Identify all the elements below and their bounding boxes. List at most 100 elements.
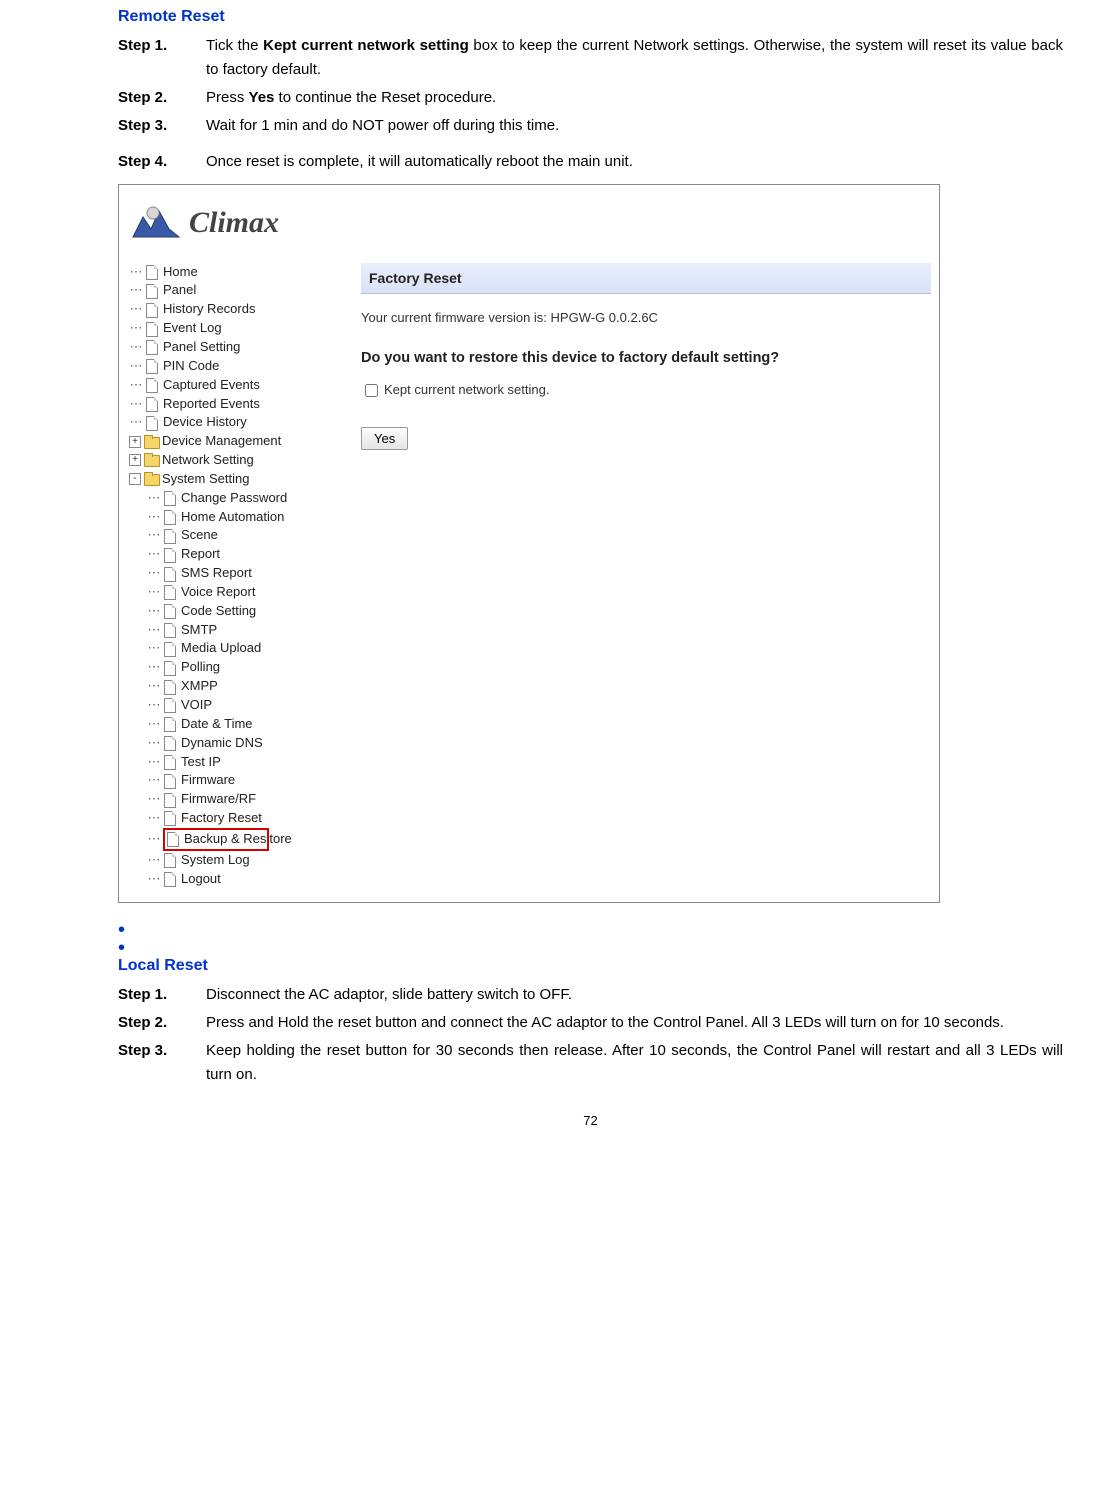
bullet-icon: •• (118, 921, 125, 957)
yes-button[interactable]: Yes (361, 427, 408, 450)
keep-network-checkbox[interactable] (365, 384, 378, 397)
step-label: Step 2. (118, 86, 206, 110)
tree-item-label: Firmware/RF (181, 790, 256, 809)
tree-item[interactable]: ⋯Date & Time (127, 715, 337, 734)
tree-dots-icon: ⋯ (147, 851, 161, 870)
tree-item[interactable]: ⋯Test IP (127, 753, 337, 772)
tree-item[interactable]: ⋯Reported Events (127, 395, 337, 414)
tree-item-label: Code Setting (181, 602, 256, 621)
expander-icon[interactable]: + (129, 454, 141, 466)
tree-dots-icon: ⋯ (147, 677, 161, 696)
tree-item[interactable]: ⋯ Device History (127, 413, 337, 432)
tree-item[interactable]: ⋯ PIN Code (127, 357, 337, 376)
tree-item-label: Home Automation (181, 508, 284, 527)
tree-item-label: Device History (163, 413, 247, 432)
file-icon (145, 322, 160, 336)
tree-dots-icon: ⋯ (147, 734, 161, 753)
step-text: Once reset is complete, it will automati… (206, 150, 1063, 174)
file-icon (163, 510, 178, 524)
file-icon (145, 397, 160, 411)
tree-item[interactable]: ⋯History Records (127, 300, 337, 319)
tree-dots-icon: ⋯ (129, 376, 143, 395)
file-icon (145, 284, 160, 298)
remote-reset-title: Remote Reset (118, 4, 1063, 30)
tree-item[interactable]: ⋯Home Automation (127, 508, 337, 527)
tree-item-label: Event Log (163, 319, 222, 338)
tree-item[interactable]: ⋯Panel (127, 281, 337, 300)
tree-item-label: Voice Report (181, 583, 255, 602)
file-icon (145, 378, 160, 392)
tree-item-label: Panel Setting (163, 338, 240, 357)
local-step-1: Step 1. Disconnect the AC adaptor, slide… (118, 983, 1063, 1007)
tree-dots-icon: ⋯ (147, 621, 161, 640)
tree-item-label: Change Password (181, 489, 287, 508)
checkbox-label: Kept current network setting. (384, 380, 549, 401)
logo-bar: Climax (119, 185, 939, 259)
tree-item[interactable]: ⋯Captured Events (127, 376, 337, 395)
tree-dots-icon: ⋯ (129, 357, 143, 376)
tree-item[interactable]: ⋯Home (127, 263, 337, 282)
tree-item-highlighted[interactable]: ⋯Backup & Restore (127, 828, 337, 851)
local-step-2: Step 2. Press and Hold the reset button … (118, 1011, 1063, 1035)
nav-tree: ⋯Home⋯Panel⋯History Records⋯Event Log⋯Pa… (127, 263, 337, 889)
tree-item-label: Polling (181, 658, 220, 677)
tree-item[interactable]: ⋯ XMPP (127, 677, 337, 696)
tree-item[interactable]: ⋯Dynamic DNS (127, 734, 337, 753)
step-label: Step 3. (118, 1039, 206, 1087)
panel-header: Factory Reset (361, 263, 931, 294)
tree-folder[interactable]: -System Setting (127, 470, 337, 489)
tree-item[interactable]: ⋯SMTP (127, 621, 337, 640)
file-icon (145, 303, 160, 317)
step-text: Tick the Kept current network setting bo… (206, 34, 1063, 82)
step-text: Press and Hold the reset button and conn… (206, 1011, 1063, 1035)
expander-icon[interactable]: - (129, 473, 141, 485)
app-screenshot: Climax ⋯Home⋯Panel⋯History Records⋯Event… (118, 184, 940, 904)
bold-fragment: Kept current network setting (263, 37, 469, 54)
tree-item[interactable]: ⋯Polling (127, 658, 337, 677)
tree-item[interactable]: ⋯Event Log (127, 319, 337, 338)
bold-fragment: Yes (249, 89, 275, 106)
tree-item[interactable]: ⋯ SMS Report (127, 564, 337, 583)
tree-item-label: XMPP (181, 677, 218, 696)
tree-item[interactable]: ⋯ System Log (127, 851, 337, 870)
tree-item-label: SMS Report (181, 564, 252, 583)
file-icon (163, 585, 178, 599)
tree-item[interactable]: ⋯Panel Setting (127, 338, 337, 357)
text-fragment: Your current firmware version is: (361, 310, 551, 325)
step-label: Step 1. (118, 983, 206, 1007)
tree-item[interactable]: ⋯Firmware (127, 771, 337, 790)
tree-item[interactable]: ⋯Code Setting (127, 602, 337, 621)
tree-dots-icon: ⋯ (147, 545, 161, 564)
remote-step-3: Step 3. Wait for 1 min and do NOT power … (118, 114, 1063, 138)
tree-dots-icon: ⋯ (147, 526, 161, 545)
tree-item-label: Reported Events (163, 395, 260, 414)
tree-folder[interactable]: +Network Setting (127, 451, 337, 470)
folder-icon (144, 453, 159, 467)
file-icon (163, 529, 178, 543)
text-fragment: Tick the (206, 37, 263, 54)
tree-item[interactable]: ⋯Factory Reset (127, 809, 337, 828)
file-icon (163, 774, 178, 788)
expander-icon[interactable]: + (129, 436, 141, 448)
tree-item[interactable]: ⋯Media Upload (127, 639, 337, 658)
keep-network-row: Kept current network setting. (361, 380, 931, 401)
tree-dots-icon: ⋯ (147, 564, 161, 583)
tree-folder[interactable]: +Device Management (127, 432, 337, 451)
tree-item-label: Home (163, 263, 198, 282)
tree-dots-icon: ⋯ (129, 413, 143, 432)
text-fragment: to continue the Reset procedure. (274, 89, 496, 106)
tree-item[interactable]: ⋯VOIP (127, 696, 337, 715)
file-icon (163, 623, 178, 637)
tree-item[interactable]: ⋯ Voice Report (127, 583, 337, 602)
tree-item[interactable]: ⋯Change Password (127, 489, 337, 508)
tree-item-label: System Log (181, 851, 250, 870)
tree-item-label: Firmware (181, 771, 235, 790)
tree-item[interactable]: ⋯Scene (127, 526, 337, 545)
tree-dots-icon: ⋯ (147, 583, 161, 602)
tree-dots-icon: ⋯ (147, 639, 161, 658)
tree-item[interactable]: ⋯Firmware/RF (127, 790, 337, 809)
tree-item[interactable]: ⋯Report (127, 545, 337, 564)
tree-item[interactable]: ⋯Logout (127, 870, 337, 889)
tree-dots-icon: ⋯ (147, 830, 161, 849)
tree-item-label: PIN Code (163, 357, 219, 376)
